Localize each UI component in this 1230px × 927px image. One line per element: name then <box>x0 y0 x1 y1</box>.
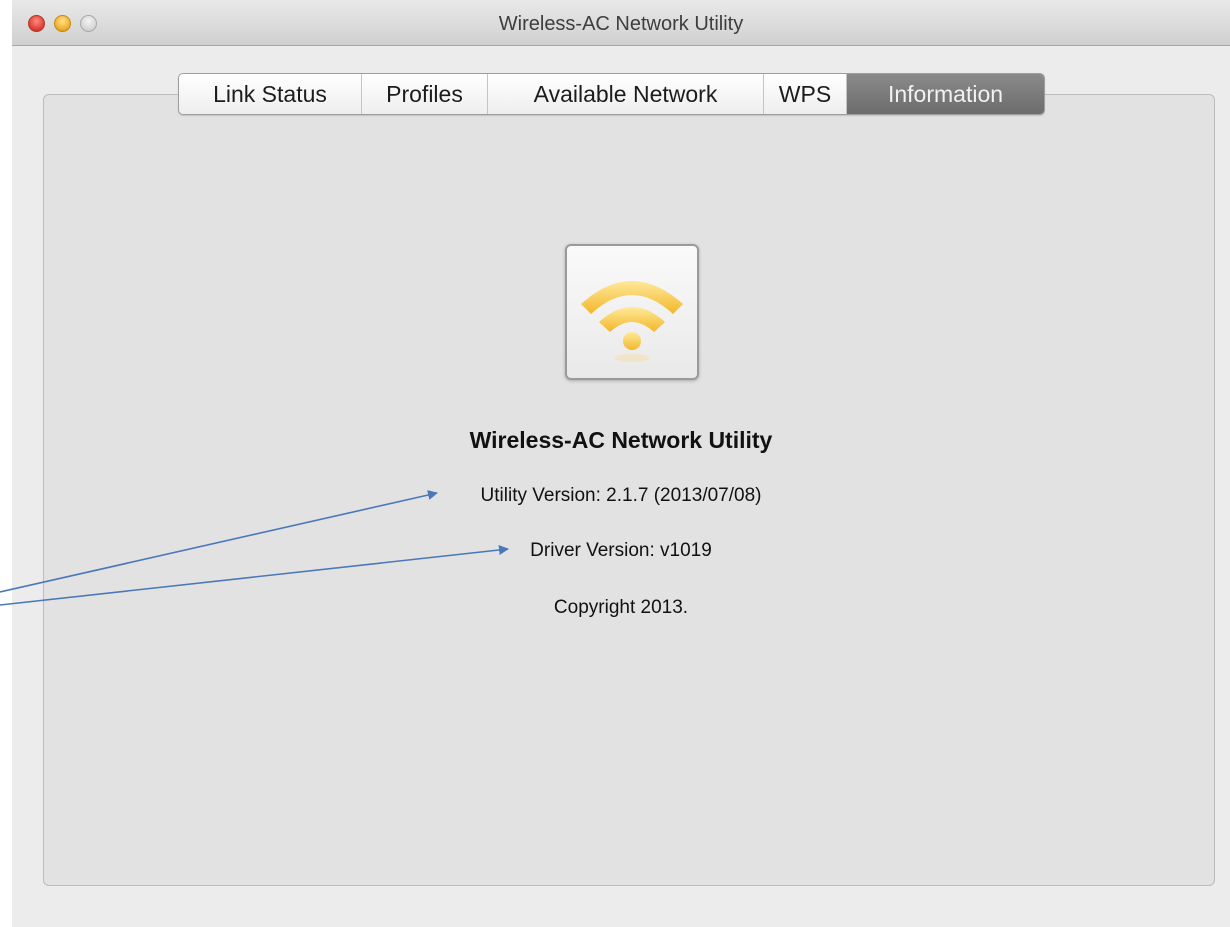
annotation-arrows <box>0 490 509 606</box>
arrow-to-utility-version <box>0 490 438 593</box>
arrow-to-driver-version <box>0 545 509 606</box>
